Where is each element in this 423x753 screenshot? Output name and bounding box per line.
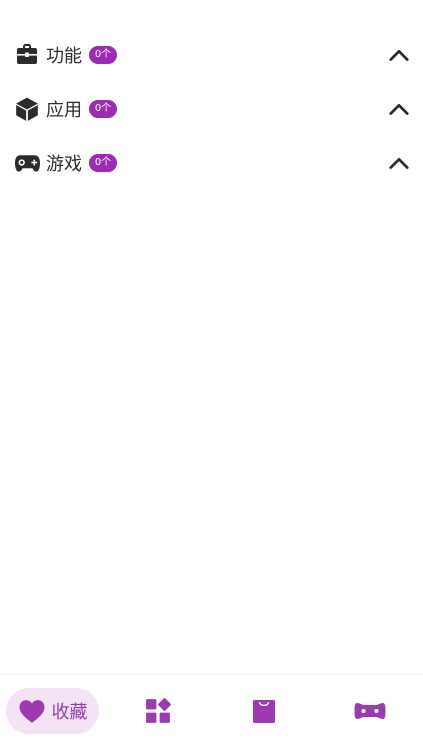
count-badge-features: 0个 bbox=[89, 46, 117, 64]
count-badge-apps: 0个 bbox=[89, 100, 117, 118]
nav-favorites-label: 收藏 bbox=[51, 702, 88, 723]
chevron-up-icon[interactable] bbox=[387, 97, 411, 121]
section-list: 功能 0个 应用 0个 游戏 0个 bbox=[0, 28, 423, 190]
section-row-games[interactable]: 游戏 0个 bbox=[0, 136, 423, 190]
count-badge-games: 0个 bbox=[89, 154, 117, 172]
apps-grid-icon bbox=[145, 698, 171, 724]
nav-games-tab[interactable] bbox=[344, 688, 396, 734]
chevron-up-icon[interactable] bbox=[387, 151, 411, 175]
gamepad-icon bbox=[13, 149, 41, 177]
section-row-features[interactable]: 功能 0个 bbox=[0, 28, 423, 82]
briefcase-icon bbox=[13, 41, 41, 69]
nav-store-tab[interactable] bbox=[238, 688, 290, 734]
game-controller-icon bbox=[354, 701, 386, 721]
heart-icon bbox=[18, 699, 46, 724]
cube-icon bbox=[13, 95, 41, 123]
section-label-games: 游戏 bbox=[46, 154, 82, 175]
shopping-bag-icon bbox=[252, 698, 276, 724]
bottom-nav: 收藏 bbox=[0, 674, 423, 753]
chevron-up-icon[interactable] bbox=[387, 43, 411, 67]
section-label-apps: 应用 bbox=[46, 100, 82, 121]
section-label-features: 功能 bbox=[46, 46, 82, 67]
nav-apps-tab[interactable] bbox=[132, 688, 184, 734]
nav-favorites-tab[interactable]: 收藏 bbox=[6, 688, 99, 734]
section-row-apps[interactable]: 应用 0个 bbox=[0, 82, 423, 136]
